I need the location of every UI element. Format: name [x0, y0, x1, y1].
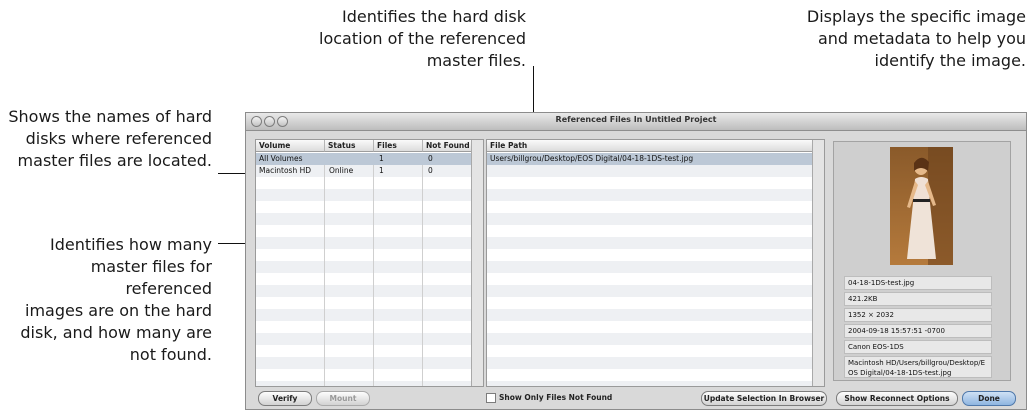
file-path-cell[interactable]: Users/billgrou/Desktop/EOS Digital/04-18… — [487, 153, 693, 165]
volume-cell: All Volumes — [259, 154, 303, 163]
referenced-files-window: Referenced Files In Untitled Project Vol… — [245, 112, 1027, 410]
column-divider — [324, 153, 325, 386]
file-path-table[interactable]: File Path Users/billgrou/Desktop/EOS Dig… — [486, 139, 825, 387]
not-found-cell: 0 — [428, 166, 433, 175]
window-title: Referenced Files In Untitled Project — [555, 115, 717, 124]
volumes-table-rows-bg — [256, 153, 483, 386]
column-divider — [422, 153, 423, 386]
volumes-col-status[interactable]: Status — [325, 140, 374, 152]
meta-camera: Canon EOS-1DS — [844, 340, 992, 354]
meta-path: Macintosh HD/Users/billgrou/Desktop/EOS … — [844, 356, 992, 378]
column-divider — [373, 153, 374, 386]
volumes-col-volume[interactable]: Volume — [256, 140, 325, 152]
volumes-col-files[interactable]: Files — [374, 140, 423, 152]
done-button[interactable]: Done — [962, 391, 1016, 406]
verify-button[interactable]: Verify — [258, 391, 312, 406]
mount-button[interactable]: Mount — [316, 391, 370, 406]
window-titlebar[interactable]: Referenced Files In Untitled Project — [246, 113, 1026, 131]
files-cell: 1 — [379, 166, 384, 175]
volumes-col-not-found[interactable]: Not Found — [423, 140, 474, 152]
meta-size: 421.2KB — [844, 292, 992, 306]
callout-master-counts: Identifies how many master files for ref… — [20, 235, 212, 364]
volume-cell[interactable]: Macintosh HD — [256, 165, 311, 177]
files-cell: 1 — [379, 154, 384, 163]
callout-hard-disk-location: Identifies the hard disk location of the… — [319, 7, 526, 70]
file-path-rows-bg — [487, 153, 824, 386]
photo-thumbnail — [890, 147, 953, 265]
not-found-cell: 0 — [428, 154, 433, 163]
volumes-scrollbar[interactable] — [471, 140, 483, 386]
image-preview-panel: 04-18-1DS-test.jpg 421.2KB 1352 × 2032 2… — [833, 141, 1011, 381]
show-only-not-found-label[interactable]: Show Only Files Not Found — [499, 392, 612, 404]
show-reconnect-button[interactable]: Show Reconnect Options — [836, 391, 958, 406]
status-cell: Online — [329, 166, 354, 175]
file-path-scrollbar[interactable] — [812, 140, 824, 386]
callout-disk-names: Shows the names of hard disks where refe… — [8, 107, 212, 170]
volumes-table[interactable]: Volume Status Files Not Found All Volume… — [255, 139, 484, 387]
meta-date: 2004-09-18 15:57:51 -0700 — [844, 324, 992, 338]
update-selection-button[interactable]: Update Selection In Browser — [701, 391, 827, 406]
callout-specific-image: Displays the specific image and metadata… — [806, 7, 1026, 70]
meta-filename: 04-18-1DS-test.jpg — [844, 276, 992, 290]
show-only-not-found-checkbox[interactable] — [486, 393, 496, 403]
meta-dimensions: 1352 × 2032 — [844, 308, 992, 322]
file-path-col-header[interactable]: File Path — [487, 140, 814, 152]
